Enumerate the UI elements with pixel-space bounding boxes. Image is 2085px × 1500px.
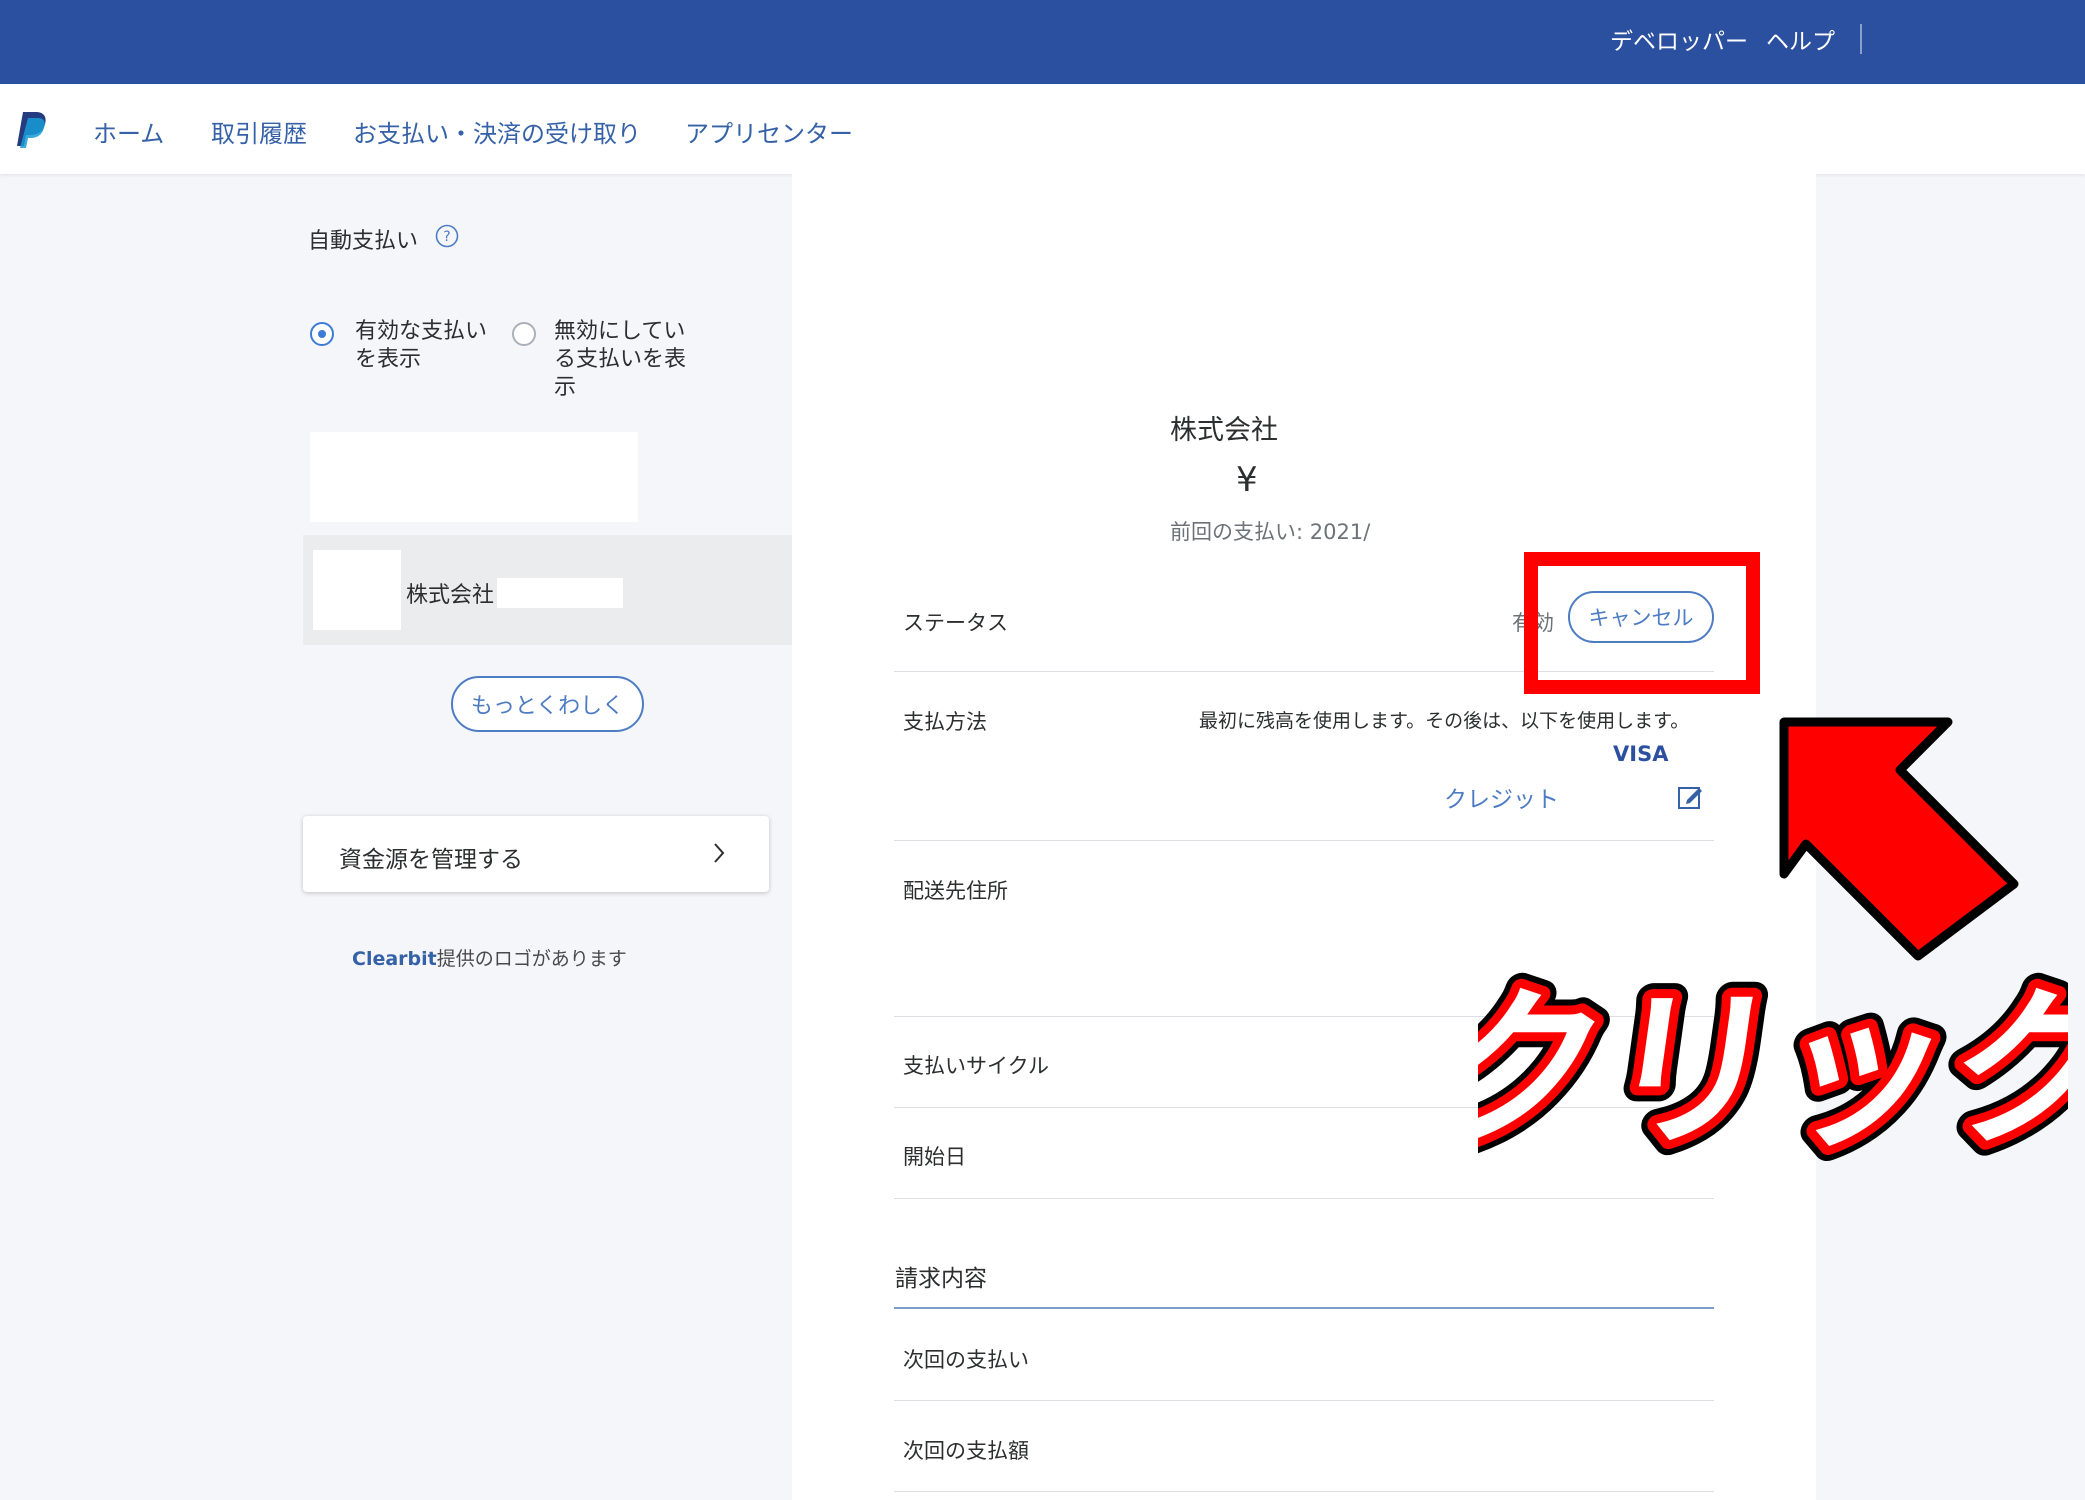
nav-app-center[interactable]: アプリセンター: [685, 114, 853, 149]
section-divider: [894, 1307, 1714, 1309]
redacted-block: [310, 432, 638, 522]
more-info-button[interactable]: もっとくわしく: [451, 676, 644, 732]
subscription-detail-panel: [792, 174, 1816, 1500]
sidebar-title: 自動支払い: [308, 229, 419, 254]
svg-text:?: ?: [443, 229, 450, 245]
divider: [894, 1400, 1714, 1401]
next-amount-label: 次回の支払額: [903, 1439, 1029, 1463]
cycle-label: 支払いサイクル: [903, 1054, 1049, 1078]
next-payment-label: 次回の支払い: [903, 1348, 1029, 1372]
merchant-list-item[interactable]: 株式会社: [303, 535, 793, 645]
radio-inactive[interactable]: [512, 322, 536, 346]
shipping-label: 配送先住所: [903, 879, 1008, 903]
merchant-logo: [313, 550, 401, 630]
radio-active[interactable]: [310, 322, 334, 346]
nav-home[interactable]: ホーム: [93, 114, 164, 149]
nav-activity[interactable]: 取引履歴: [211, 114, 307, 149]
manage-funds-label: 資金源を管理する: [339, 847, 523, 873]
arrow-icon: [1779, 717, 2019, 961]
filter-active[interactable]: [310, 322, 334, 346]
payment-method-label: 支払方法: [903, 710, 987, 734]
help-link[interactable]: ヘルプ: [1766, 22, 1835, 56]
payment-method-note: 最初に残高を使用します。その後は、以下を使用します。: [1199, 710, 1690, 732]
top-utility-bar: デベロッパー ヘルプ: [0, 0, 2085, 84]
main-nav: ホーム 取引履歴 お支払い・決済の受け取り アプリセンター: [0, 84, 2085, 174]
nav-payments[interactable]: お支払い・決済の受け取り: [353, 114, 641, 149]
developer-link[interactable]: デベロッパー: [1610, 22, 1748, 56]
card-type: クレジット: [1444, 787, 1559, 813]
detail-amount: ¥: [1236, 460, 1258, 500]
divider: [1860, 24, 1862, 54]
divider: [894, 840, 1714, 841]
detail-merchant-name: 株式会社: [1170, 415, 1278, 446]
highlight-box: [1524, 552, 1760, 694]
divider: [894, 1491, 1714, 1492]
filter-inactive-label: 無効にしてい る支払いを表 示: [554, 319, 687, 400]
filter-active-label: 有効な支払い を表示: [355, 319, 488, 372]
manage-funds-card[interactable]: 資金源を管理する: [303, 816, 769, 892]
visa-logo: VISA: [1613, 742, 1669, 766]
status-label: ステータス: [903, 611, 1008, 635]
last-payment-date: 前回の支払い: 2021/: [1170, 520, 1371, 544]
paypal-logo-icon[interactable]: [14, 110, 48, 152]
filter-inactive[interactable]: [512, 322, 536, 346]
question-icon[interactable]: ?: [435, 224, 459, 252]
clearbit-link[interactable]: Clearbit: [352, 948, 437, 970]
click-text: クリック: [1478, 971, 2068, 1171]
merchant-list-name: 株式会社: [406, 583, 495, 608]
start-date-label: 開始日: [903, 1145, 966, 1169]
click-annotation-text: クリック クリック: [1478, 965, 2068, 1186]
credit-text: 提供のロゴがあります: [436, 948, 627, 970]
divider: [894, 1198, 1714, 1199]
redacted-name: [497, 578, 623, 608]
edit-icon[interactable]: [1677, 783, 1705, 815]
chevron-right-icon: [711, 840, 727, 870]
billing-section-title: 請求内容: [895, 1266, 987, 1292]
logo-credit: Clearbit提供のロゴがあります: [352, 944, 627, 971]
